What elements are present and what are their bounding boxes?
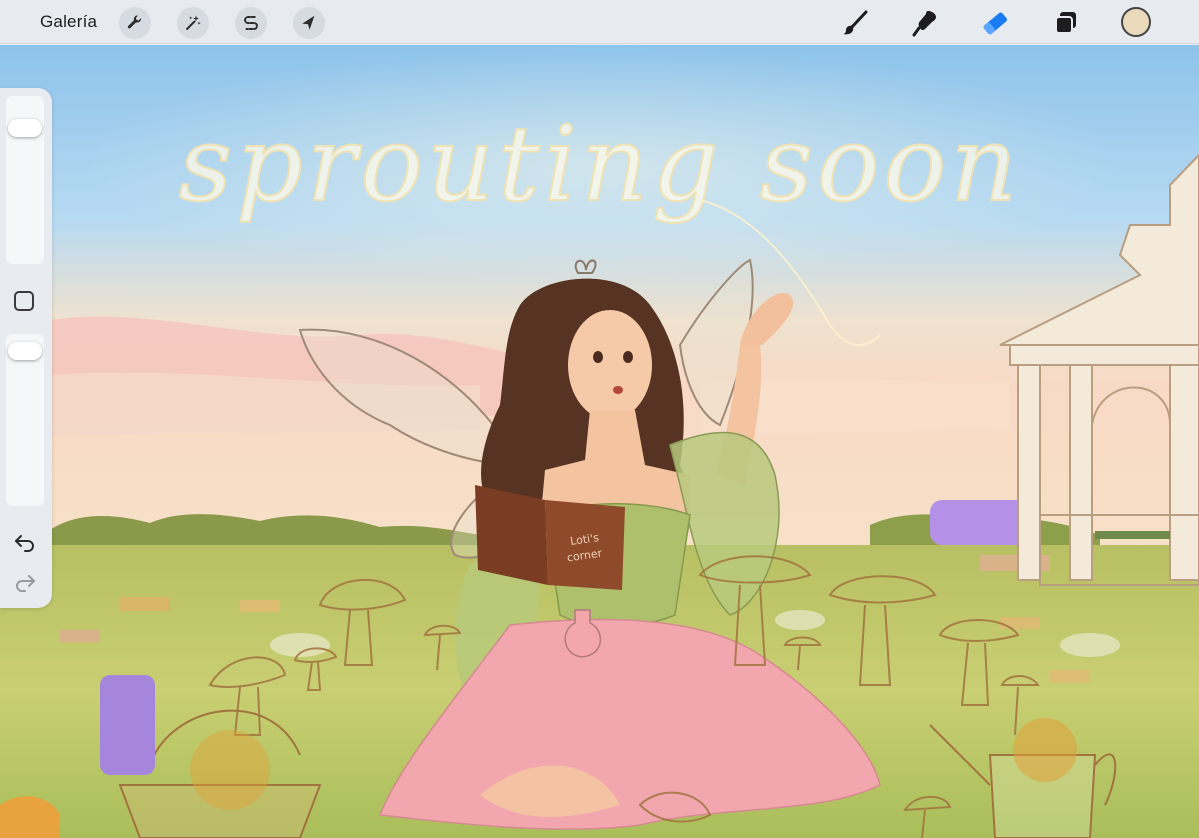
gallery-button[interactable]: Galería xyxy=(40,12,97,32)
eraser-icon[interactable] xyxy=(978,6,1012,40)
arrow-cursor-icon[interactable] xyxy=(293,7,325,39)
layers-icon[interactable] xyxy=(1049,6,1083,40)
brush-size-slider[interactable] xyxy=(6,96,44,264)
opacity-slider[interactable] xyxy=(6,334,44,506)
top-toolbar: Galería xyxy=(0,0,1199,44)
selection-s-icon[interactable] xyxy=(235,7,267,39)
opacity-thumb[interactable] xyxy=(8,342,42,360)
magic-wand-icon[interactable] xyxy=(177,7,209,39)
artwork-title: sprouting soon xyxy=(179,103,1022,225)
brush-icon[interactable] xyxy=(838,6,872,40)
lavender-bunch xyxy=(100,675,155,775)
brush-sidebar xyxy=(0,88,52,608)
brush-size-thumb[interactable] xyxy=(8,119,42,137)
modifier-square-button[interactable] xyxy=(14,291,34,311)
wrench-icon[interactable] xyxy=(119,7,151,39)
smudge-icon[interactable] xyxy=(908,6,942,40)
drawing-canvas[interactable]: sprouting soon Loti's corner xyxy=(0,45,1199,838)
undo-icon[interactable] xyxy=(12,530,38,554)
color-swatch[interactable] xyxy=(1121,7,1151,37)
redo-icon[interactable] xyxy=(12,570,38,594)
fairy-face xyxy=(568,310,652,420)
